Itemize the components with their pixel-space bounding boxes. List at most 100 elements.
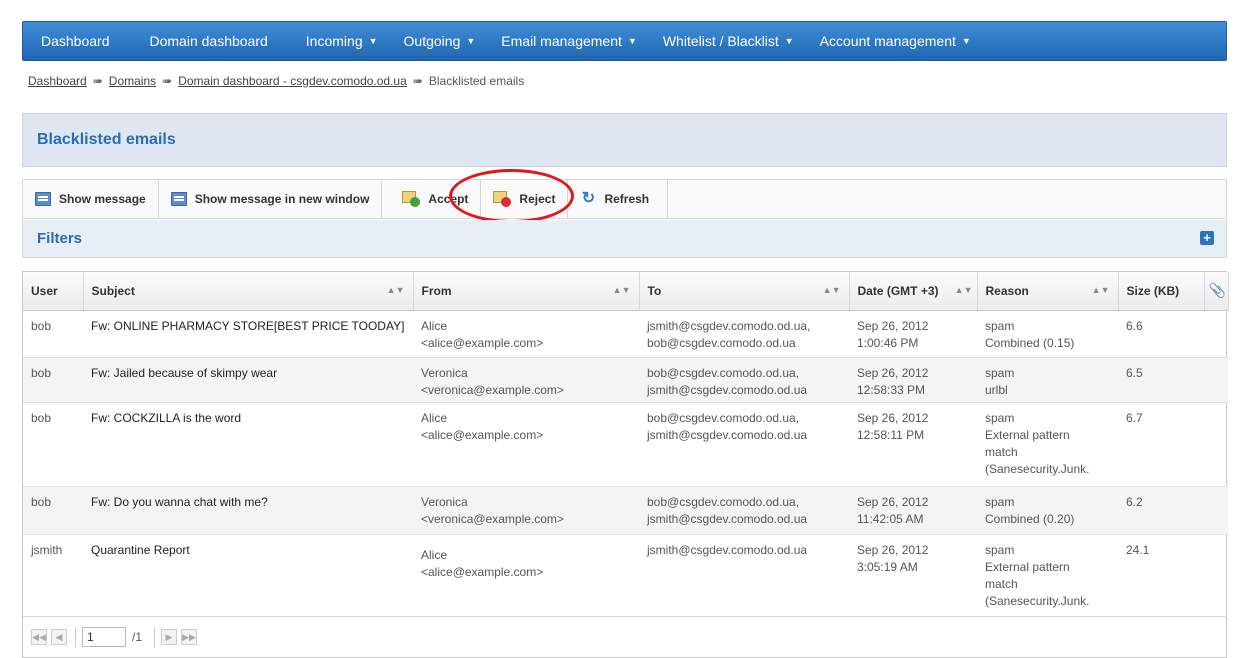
column-header-subject[interactable]: Subject ▲▼	[83, 272, 414, 311]
page-number-input[interactable]	[82, 627, 126, 647]
column-header-attachment[interactable]: 📎	[1204, 272, 1229, 311]
time-value: 12:58:33 PM	[857, 382, 926, 397]
nav-domain-dashboard[interactable]: Domain dashboard	[132, 21, 290, 61]
chevron-down-icon: ▼	[368, 36, 378, 46]
cell-attachment	[1204, 534, 1228, 619]
to-address: jsmith@csgdev.comodo.od.ua	[647, 382, 808, 397]
table-row[interactable]: jsmith Quarantine Report Alice <alice@exa…	[23, 534, 1228, 619]
reason-line: (Sanesecurity.Junk.	[985, 461, 1090, 476]
nav-label: Email management	[501, 33, 622, 49]
from-email: <alice@example.com>	[421, 564, 544, 579]
nav-whitelist-blacklist[interactable]: Whitelist / Blacklist ▼	[653, 21, 810, 61]
cell-to: bob@csgdev.comodo.od.ua, jsmith@csgdev.co…	[639, 357, 849, 403]
column-header-to[interactable]: To ▲▼	[639, 272, 850, 311]
column-header-user[interactable]: User	[23, 272, 84, 311]
cell-size: 6.6	[1118, 310, 1204, 358]
cell-to: jsmith@csgdev.comodo.od.ua	[639, 534, 849, 619]
reason-line: External pattern	[985, 559, 1070, 574]
from-email: <alice@example.com>	[421, 427, 544, 442]
nav-dashboard[interactable]: Dashboard	[23, 21, 132, 61]
reject-button[interactable]: Reject	[481, 180, 569, 218]
last-page-icon[interactable]: ▶▶	[181, 629, 198, 645]
pagination-bar: ◀◀ ◀ /1 ▶ ▶▶	[22, 616, 1227, 658]
column-label: To	[647, 283, 662, 298]
from-name: Alice	[421, 318, 448, 333]
reason-line: (Sanesecurity.Junk.	[985, 593, 1090, 608]
nav-label: Whitelist / Blacklist	[662, 33, 779, 49]
table-row[interactable]: bob Fw: COCKZILLA is the word Alice <alic…	[23, 402, 1228, 487]
reject-label: Reject	[519, 192, 556, 206]
filters-panel[interactable]: Filters +	[22, 220, 1227, 258]
first-page-icon[interactable]: ◀◀	[31, 629, 47, 645]
column-label: From	[421, 283, 452, 298]
table-row[interactable]: bob Fw: ONLINE PHARMACY STORE[BEST PRICE…	[23, 310, 1228, 358]
arrow-right-icon: ➠	[412, 74, 423, 88]
cell-subject: Fw: ONLINE PHARMACY STORE[BEST PRICE TOO…	[83, 310, 413, 358]
column-header-from[interactable]: From ▲▼	[413, 272, 640, 311]
time-value: 1:00:46 PM	[857, 335, 919, 350]
reason-line: match	[985, 576, 1018, 591]
column-header-reason[interactable]: Reason ▲▼	[977, 272, 1119, 311]
table-row[interactable]: bob Fw: Do you wanna chat with me? Veron…	[23, 486, 1228, 535]
cell-from: Alice <alice@example.com>	[413, 534, 639, 619]
from-name: Alice	[421, 410, 448, 425]
date-value: Sep 26, 2012	[857, 494, 929, 509]
refresh-button[interactable]: ↻ Refresh	[568, 180, 669, 218]
next-page-icon[interactable]: ▶	[161, 629, 178, 645]
to-address: bob@csgdev.comodo.od.ua	[647, 335, 796, 350]
cell-date: Sep 26, 2012 11:42:05 AM	[849, 486, 977, 535]
reason-line: spam	[985, 410, 1015, 425]
emails-table: User Subject ▲▼ From ▲▼ To ▲▼ Date (GMT +3)…	[22, 271, 1229, 658]
breadcrumb-domain-dashboard[interactable]: Domain dashboard - csgdev.comodo.od.ua	[178, 74, 407, 88]
breadcrumb-domains[interactable]: Domains	[109, 74, 156, 88]
message-icon	[35, 192, 51, 206]
column-label: Subject	[91, 283, 135, 298]
prev-page-icon[interactable]: ◀	[51, 629, 67, 645]
column-label: Size (KB)	[1126, 283, 1180, 298]
cell-from: Veronica <veronica@example.com>	[413, 357, 639, 403]
nav-incoming[interactable]: Incoming ▼	[290, 21, 394, 61]
cell-size: 24.1	[1118, 534, 1204, 619]
show-message-button[interactable]: Show message	[23, 180, 159, 218]
to-address: bob@csgdev.comodo.od.ua,	[647, 365, 800, 380]
nav-email-management[interactable]: Email management ▼	[491, 21, 653, 61]
accept-button[interactable]: Accept	[382, 180, 482, 218]
breadcrumb-dashboard[interactable]: Dashboard	[28, 74, 87, 88]
cell-date: Sep 26, 2012 3:05:19 AM	[849, 534, 977, 619]
nav-account-management[interactable]: Account management ▼	[810, 21, 987, 61]
show-message-new-window-button[interactable]: Show message in new window	[159, 180, 383, 218]
sort-icon: ▲▼	[386, 285, 405, 295]
reason-line: spam	[985, 494, 1015, 509]
nav-label: Dashboard	[41, 33, 110, 49]
cell-size: 6.2	[1118, 486, 1204, 535]
to-address: bob@csgdev.comodo.od.ua,	[647, 494, 800, 509]
cell-user: bob	[23, 402, 83, 487]
breadcrumb-current: Blacklisted emails	[428, 74, 525, 88]
pager-divider	[154, 627, 156, 647]
table-row[interactable]: bob Fw: Jailed because of skimpy wear Ve…	[23, 357, 1228, 403]
column-header-date[interactable]: Date (GMT +3) ▲▼	[849, 272, 978, 311]
time-value: 12:58:11 PM	[857, 427, 925, 442]
column-header-size[interactable]: Size (KB)	[1118, 272, 1205, 311]
column-label: Reason	[985, 283, 1029, 298]
cell-to: jsmith@csgdev.comodo.od.ua, bob@csgdev.co…	[639, 310, 849, 358]
from-email: <alice@example.com>	[421, 335, 544, 350]
chevron-down-icon: ▼	[784, 36, 794, 46]
date-value: Sep 26, 2012	[857, 542, 929, 557]
arrow-right-icon: ➠	[92, 74, 103, 88]
breadcrumb: Dashboard ➠ Domains ➠ Domain dashboard -…	[28, 74, 524, 88]
page-title: Blacklisted emails	[37, 131, 176, 148]
nav-label: Outgoing	[403, 33, 461, 49]
nav-outgoing[interactable]: Outgoing ▼	[394, 21, 492, 61]
chevron-down-icon: ▼	[627, 36, 637, 46]
cell-date: Sep 26, 2012 1:00:46 PM	[849, 310, 977, 358]
nav-label: Account management	[819, 33, 956, 49]
accept-icon	[402, 191, 421, 207]
time-value: 11:42:05 AM	[857, 511, 924, 526]
cell-to: bob@csgdev.comodo.od.ua, jsmith@csgdev.co…	[639, 402, 849, 487]
cell-attachment	[1204, 486, 1228, 535]
cell-reason: spam urlbl	[977, 357, 1118, 403]
nav-label: Domain dashboard	[149, 33, 268, 49]
refresh-label: Refresh	[604, 192, 650, 206]
plus-icon[interactable]: +	[1200, 231, 1214, 245]
